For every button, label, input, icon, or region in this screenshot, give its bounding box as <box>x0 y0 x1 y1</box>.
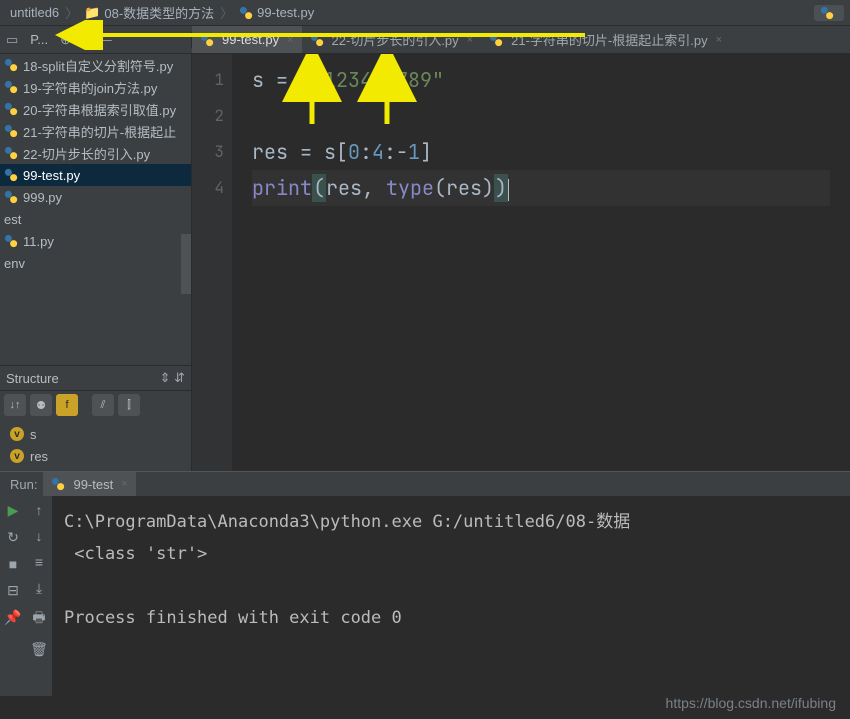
tree-item[interactable]: est <box>0 208 191 230</box>
expand-icon[interactable]: ⇕ <box>160 370 171 386</box>
wrap-icon[interactable]: ≡ <box>35 554 43 570</box>
run-panel: Run: 99-test × ▶ ↻ ■ ⊟ 📌 ↑ ↓ ≡ ⤓ 🖶 🗑 C:\… <box>0 471 850 696</box>
tab-99-test[interactable]: 99-test.py × <box>192 26 302 53</box>
python-icon <box>4 190 18 204</box>
minimize-icon[interactable]: — <box>99 32 112 47</box>
python-icon <box>4 146 18 160</box>
folder-icon: 📁 <box>84 5 100 21</box>
scrollbar[interactable] <box>181 234 191 294</box>
file-item[interactable]: 999.py <box>0 186 191 208</box>
file-item[interactable]: 22-切片步长的引入.py <box>0 142 191 164</box>
structure-title: Structure <box>6 371 59 386</box>
breadcrumb-project[interactable]: untitled6 <box>6 5 63 20</box>
down-icon[interactable]: ↓ <box>36 528 43 544</box>
code-area[interactable]: s = "0123456789" res = s[0:4:-1] print(r… <box>232 54 850 471</box>
gear-icon[interactable]: ⚙ <box>79 32 91 48</box>
view-icon[interactable]: ▭ <box>6 32 18 48</box>
tab-22[interactable]: 22-切片步长的引入.py × <box>302 26 482 53</box>
cursor <box>508 179 509 201</box>
python-icon <box>200 33 214 47</box>
breadcrumb: untitled6 〉 📁 08-数据类型的方法 〉 99-test.py <box>0 0 850 26</box>
target-icon[interactable]: ⊕ <box>60 32 71 48</box>
chevron-right-icon: 〉 <box>65 3 78 22</box>
python-icon <box>310 33 324 47</box>
close-icon[interactable]: × <box>716 34 722 46</box>
console-output[interactable]: C:\ProgramData\Anaconda3\python.exe G:/u… <box>52 496 850 696</box>
tab-label: 22-切片步长的引入.py <box>332 30 459 49</box>
structure-var[interactable]: vs <box>0 423 191 445</box>
breadcrumb-file[interactable]: 99-test.py <box>235 5 318 20</box>
run-config-badge[interactable] <box>814 5 844 21</box>
structure-toolbar: ↓↑ ⚉ f ⫽ ⫿ <box>0 391 191 419</box>
editor[interactable]: 1 2 3 4 s = "0123456789" res = s[0:4:-1]… <box>192 54 850 471</box>
run-tab[interactable]: 99-test × <box>43 472 135 496</box>
file-item[interactable]: 20-字符串根据索引取值.py <box>0 98 191 120</box>
pin-icon[interactable]: 📌 <box>4 609 21 626</box>
python-icon <box>4 80 18 94</box>
python-icon <box>4 168 18 182</box>
sort-icon[interactable]: ↓↑ <box>4 394 26 416</box>
file-item[interactable]: 21-字符串的切片-根据起止 <box>0 120 191 142</box>
tree-item[interactable]: env <box>0 252 191 274</box>
gutter: 1 2 3 4 <box>192 54 232 471</box>
play-icon[interactable]: ▶ <box>8 502 19 519</box>
rerun-icon[interactable]: ↻ <box>7 529 19 546</box>
sidebar: 18-split自定义分割符号.py 19-字符串的join方法.py 20-字… <box>0 54 192 471</box>
python-icon <box>820 6 834 20</box>
python-icon <box>4 124 18 138</box>
trash-icon[interactable]: 🗑 <box>30 641 48 658</box>
up-icon[interactable]: ↑ <box>36 502 43 518</box>
python-icon <box>489 33 503 47</box>
close-icon[interactable]: × <box>121 478 127 490</box>
watermark: https://blog.csdn.net/ifubing <box>666 695 836 711</box>
chevron-right-icon: 〉 <box>220 3 233 22</box>
structure-list: vs vres <box>0 419 191 471</box>
python-icon <box>4 102 18 116</box>
filter-icon[interactable]: ⚉ <box>30 394 52 416</box>
file-item-selected[interactable]: 99-test.py <box>0 164 191 186</box>
tab-21[interactable]: 21-字符串的切片-根据起止索引.py × <box>481 26 730 53</box>
run-title: Run: <box>4 477 43 492</box>
editor-tabs: 99-test.py × 22-切片步长的引入.py × 21-字符串的切片-根… <box>192 26 850 53</box>
breadcrumb-folder[interactable]: 📁 08-数据类型的方法 <box>80 3 218 22</box>
var-badge: v <box>10 427 24 441</box>
close-icon[interactable]: × <box>467 34 473 46</box>
collapse-icon[interactable]: ⇵ <box>174 370 185 386</box>
python-icon <box>4 234 18 248</box>
run-toolbar-left: ▶ ↻ ■ ⊟ 📌 <box>0 496 26 696</box>
python-icon <box>239 6 253 20</box>
toolbar: ▭ P... ⊕ ⚙ — 99-test.py × 22-切片步长的引入.py … <box>0 26 850 54</box>
stop-icon[interactable]: ■ <box>9 556 17 572</box>
python-icon <box>51 477 65 491</box>
file-item[interactable]: 11.py <box>0 230 191 252</box>
tab-label: 21-字符串的切片-根据起止索引.py <box>511 30 707 49</box>
run-toolbar-second: ↑ ↓ ≡ ⤓ 🖶 🗑 <box>26 496 52 696</box>
file-item[interactable]: 18-split自定义分割符号.py <box>0 54 191 76</box>
file-tree: 18-split自定义分割符号.py 19-字符串的join方法.py 20-字… <box>0 54 191 274</box>
project-selector[interactable]: P... <box>26 32 52 47</box>
var-badge: v <box>10 449 24 463</box>
python-icon <box>4 58 18 72</box>
tab-label: 99-test.py <box>222 32 279 47</box>
file-item[interactable]: 19-字符串的join方法.py <box>0 76 191 98</box>
structure-header: Structure ⇕ ⇵ <box>0 365 191 391</box>
structure-var[interactable]: vres <box>0 445 191 467</box>
scroll-icon[interactable]: ⤓ <box>36 580 42 597</box>
print-icon[interactable]: 🖶 <box>32 607 45 631</box>
close-icon[interactable]: × <box>287 34 293 46</box>
layout-icon[interactable]: ⊟ <box>7 582 19 599</box>
autoscroll2-icon[interactable]: ⫿ <box>118 394 140 416</box>
fields-icon[interactable]: f <box>56 394 78 416</box>
autoscroll-icon[interactable]: ⫽ <box>92 394 114 416</box>
